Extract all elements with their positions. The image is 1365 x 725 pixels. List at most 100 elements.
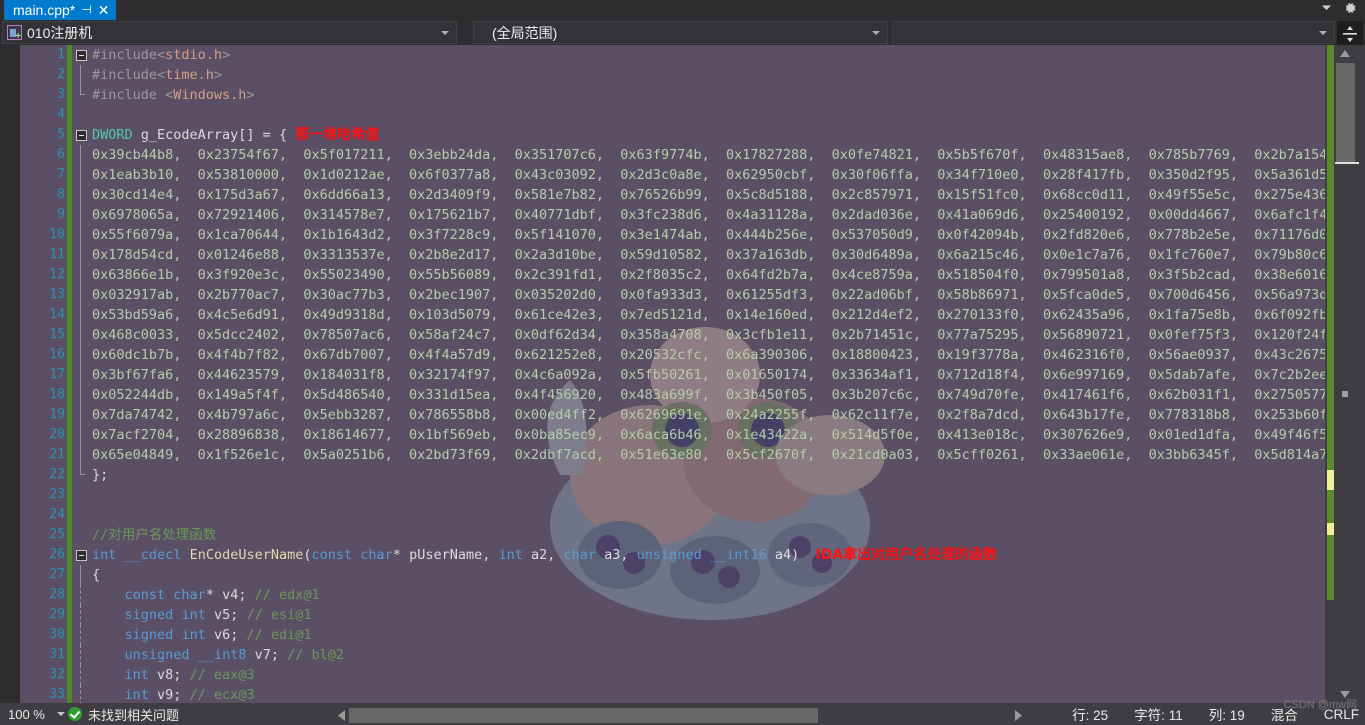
code-line[interactable]: 16 0x60dc1b7b, 0x4f4b7f82, 0x67db7007, 0x… [20,345,1325,365]
collapse-icon[interactable] [75,49,87,61]
code-line[interactable]: 28 const char* v4; // edx@1 [20,585,1325,605]
outlining-glyph [72,265,90,285]
split-view-icon[interactable] [1337,21,1363,46]
close-icon[interactable]: ✕ [98,3,110,17]
code-token: v9; [148,687,190,703]
line-number: 4 [57,107,65,122]
outline-guide-line [80,405,81,425]
code-line[interactable]: 7 0x1eab3b10, 0x53810000, 0x1d0212ae, 0x6… [20,165,1325,185]
code-line[interactable]: 11 0x178d54cd, 0x01246e88, 0x3313537e, 0x… [20,245,1325,265]
code-line[interactable]: 2 #include<time.h> [20,65,1325,85]
vertical-scrollbar[interactable] [1325,45,1365,703]
member-scope-dropdown[interactable]: (全局范围) [473,21,888,44]
code-line[interactable]: 19 0x7da74742, 0x4b797a6c, 0x5ebb3287, 0x… [20,405,1325,425]
outlining-glyph [72,405,90,425]
code-token: * v4; [205,587,255,603]
chevron-down-icon [441,30,449,35]
outline-guide-line [80,145,81,165]
outlining-glyph[interactable] [72,125,90,145]
code-line[interactable]: 26 int __cdecl EnCodeUserName(const char*… [20,545,1325,565]
scroll-up-button[interactable] [1335,45,1355,62]
code-token: a4) [766,547,816,563]
outline-guide-line [80,465,85,475]
code-editor[interactable]: 1 #include<stdio.h> 2 #include<time.h> 3 #inc… [0,45,1365,703]
outline-guide-line [80,65,81,85]
outlining-glyph [72,625,90,645]
code-token: int [92,547,117,563]
code-line[interactable]: 13 0x032917ab, 0x2b770ac7, 0x30ac77b3, 0x… [20,285,1325,305]
horizontal-scrollbar-thumb[interactable] [349,707,818,723]
collapse-icon[interactable] [75,549,87,561]
collapse-icon[interactable] [75,129,87,141]
code-line[interactable]: 5 DWORD g_EcodeArray[] = { 那一堆哈希值 [20,125,1325,145]
code-line[interactable]: 20 0x7acf2704, 0x28896838, 0x18614677, 0x… [20,425,1325,445]
code-token: const [311,547,353,563]
caret-position-marker [1335,162,1359,164]
code-line[interactable]: 4 [20,105,1325,125]
outlining-glyph [72,365,90,385]
code-line[interactable]: 32 int v8; // eax@3 [20,665,1325,685]
code-line[interactable]: 24 [20,505,1325,525]
code-text: 0x6978065a, 0x72921406, 0x314578e7, 0x17… [90,205,1325,225]
code-text: }; [90,465,1325,485]
scroll-right-button[interactable] [1011,709,1026,721]
scroll-left-button[interactable] [334,709,349,721]
editor-text-area[interactable]: 1 #include<stdio.h> 2 #include<time.h> 3 #inc… [20,45,1325,703]
outlining-glyph [72,665,90,685]
code-line[interactable]: 22}; [20,465,1325,485]
code-line[interactable]: 8 0x30cd14e4, 0x175d3a67, 0x6dd66a13, 0x2… [20,185,1325,205]
scrollbar-thumb[interactable] [1336,63,1355,163]
code-line[interactable]: 6 0x39cb44b8, 0x23754f67, 0x5f017211, 0x3… [20,145,1325,165]
tab-main-cpp[interactable]: main.cpp* ⊣ ✕ [4,0,117,20]
code-line[interactable]: 21 0x65e04849, 0x1f526e1c, 0x5a0251b6, 0x… [20,445,1325,465]
outlining-glyph [72,605,90,625]
outlining-glyph [72,505,90,525]
code-line[interactable]: 14 0x53bd59a6, 0x4c5e6d91, 0x49d9318d, 0x… [20,305,1325,325]
tab-bar: main.cpp* ⊣ ✕ [0,0,1365,20]
horizontal-scrollbar[interactable] [334,705,1026,725]
code-token: char [173,587,206,603]
code-token: #include< [92,67,166,83]
horizontal-scroll-track[interactable] [349,707,1011,723]
zoom-level-control[interactable]: 100 % [0,707,68,722]
code-token: 0x468c0033, 0x5dcc2402, 0x78507ac6, 0x58… [92,327,1325,343]
outlining-glyph[interactable] [72,45,90,65]
outlining-glyph [72,645,90,665]
chevron-down-icon[interactable] [1320,1,1333,19]
scrollbar-annotation-marker [1342,391,1348,397]
code-line[interactable]: 29 signed int v5; // esi@1 [20,605,1325,625]
code-token: v5; [205,607,247,623]
code-token: 0x3bf67fa6, 0x44623579, 0x184031f8, 0x32… [92,367,1325,383]
outlining-glyph[interactable] [72,545,90,565]
code-line[interactable]: 33 int v9; // ecx@3 [20,685,1325,703]
code-text: 0x60dc1b7b, 0x4f4b7f82, 0x67db7007, 0x4f… [90,345,1325,365]
code-line[interactable]: 17 0x3bf67fa6, 0x44623579, 0x184031f8, 0x… [20,365,1325,385]
code-line[interactable]: 12 0x63866e1b, 0x3f920e3c, 0x55023490, 0x… [20,265,1325,285]
code-token: 0x052244db, 0x149a5f4f, 0x5d486540, 0x33… [92,387,1325,403]
line-number: 20 [49,427,65,442]
code-text: const char* v4; // edx@1 [90,585,1325,605]
bookmark-marker [1327,523,1334,535]
code-line[interactable]: 31 unsigned __int8 v7; // bl@2 [20,645,1325,665]
code-line[interactable]: 10 0x55f6079a, 0x1ca70644, 0x1b1643d2, 0x… [20,225,1325,245]
line-number: 28 [49,587,65,602]
pin-icon[interactable]: ⊣ [81,5,91,16]
code-line[interactable]: 15 0x468c0033, 0x5dcc2402, 0x78507ac6, 0x… [20,325,1325,345]
code-line[interactable]: 18 0x052244db, 0x149a5f4f, 0x5d486540, 0x… [20,385,1325,405]
char-indicator: 字符: 11 [1134,708,1183,723]
code-line[interactable]: 23 [20,485,1325,505]
line-number: 13 [49,287,65,302]
project-scope-dropdown[interactable]: 010注册机 [2,21,457,44]
code-line[interactable]: 1 #include<stdio.h> [20,45,1325,65]
outlining-glyph [72,485,90,505]
gear-icon[interactable] [1343,1,1357,20]
code-line[interactable]: 25 //对用户名处理函数 [20,525,1325,545]
code-line[interactable]: 3 #include <Windows.h> [20,85,1325,105]
line-number: 1 [57,47,65,62]
code-line[interactable]: 9 0x6978065a, 0x72921406, 0x314578e7, 0x1… [20,205,1325,225]
code-line[interactable]: 30 signed int v6; // edi@1 [20,625,1325,645]
code-text: #include <Windows.h> [90,85,1325,105]
code-line[interactable]: 27 { [20,565,1325,585]
symbol-dropdown[interactable] [892,21,1335,44]
